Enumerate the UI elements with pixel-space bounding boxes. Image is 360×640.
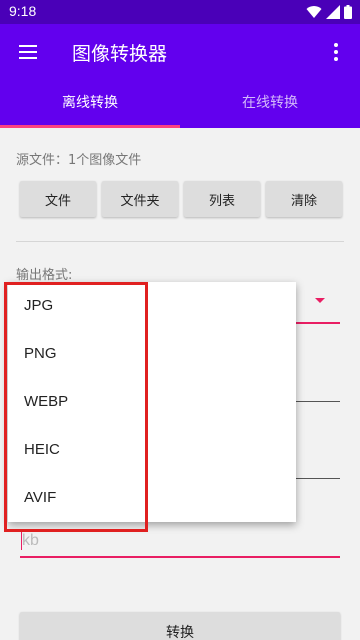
text-cursor [21,530,22,550]
status-icons [306,5,352,19]
tab-offline-convert[interactable]: 离线转换 [0,80,180,128]
folder-button[interactable]: 文件夹 [102,181,178,217]
clear-button[interactable]: 清除 [266,181,342,217]
app-title: 图像转换器 [72,43,168,65]
option-field-underline [290,401,340,402]
status-time: 9:18 [9,3,37,19]
convert-button[interactable]: 转换 [20,612,340,640]
source-file-label: 源文件：1个图像文件 [16,153,142,168]
option-field-underline [290,478,340,479]
format-dropdown-menu: JPG PNG WEBP HEIC AVIF [8,282,296,522]
format-option-webp[interactable]: WEBP [8,378,296,426]
app-screen: 9:18 图像转换器 离线转换 在线转换 源文件：1个图像文件 文件 文件夹 列… [0,0,360,640]
tab-bar: 离线转换 在线转换 [0,80,360,128]
hamburger-menu-icon[interactable] [16,40,40,64]
signal-icon [326,5,340,19]
tab-label: 在线转换 [242,95,298,111]
app-bar: 图像转换器 [0,24,360,80]
more-vert-icon[interactable] [324,40,348,64]
status-bar: 9:18 [0,0,360,24]
wifi-icon [306,6,322,19]
format-option-heic[interactable]: HEIC [8,426,296,474]
size-field [20,526,340,558]
format-option-avif[interactable]: AVIF [8,474,296,522]
list-button[interactable]: 列表 [184,181,260,217]
size-input[interactable] [20,526,340,556]
output-format-label: 输出格式: [16,268,73,283]
tab-online-convert[interactable]: 在线转换 [180,80,360,128]
battery-icon [344,5,352,19]
size-input-underline [20,556,340,558]
divider [16,241,344,242]
file-button[interactable]: 文件 [20,181,96,217]
format-spinner-underline [290,322,340,324]
file-button-row: 文件 文件夹 列表 清除 [20,181,342,217]
format-option-jpg[interactable]: JPG [8,282,296,330]
dropdown-arrow-icon[interactable] [315,298,325,303]
tab-label: 离线转换 [62,95,118,111]
format-option-png[interactable]: PNG [8,330,296,378]
